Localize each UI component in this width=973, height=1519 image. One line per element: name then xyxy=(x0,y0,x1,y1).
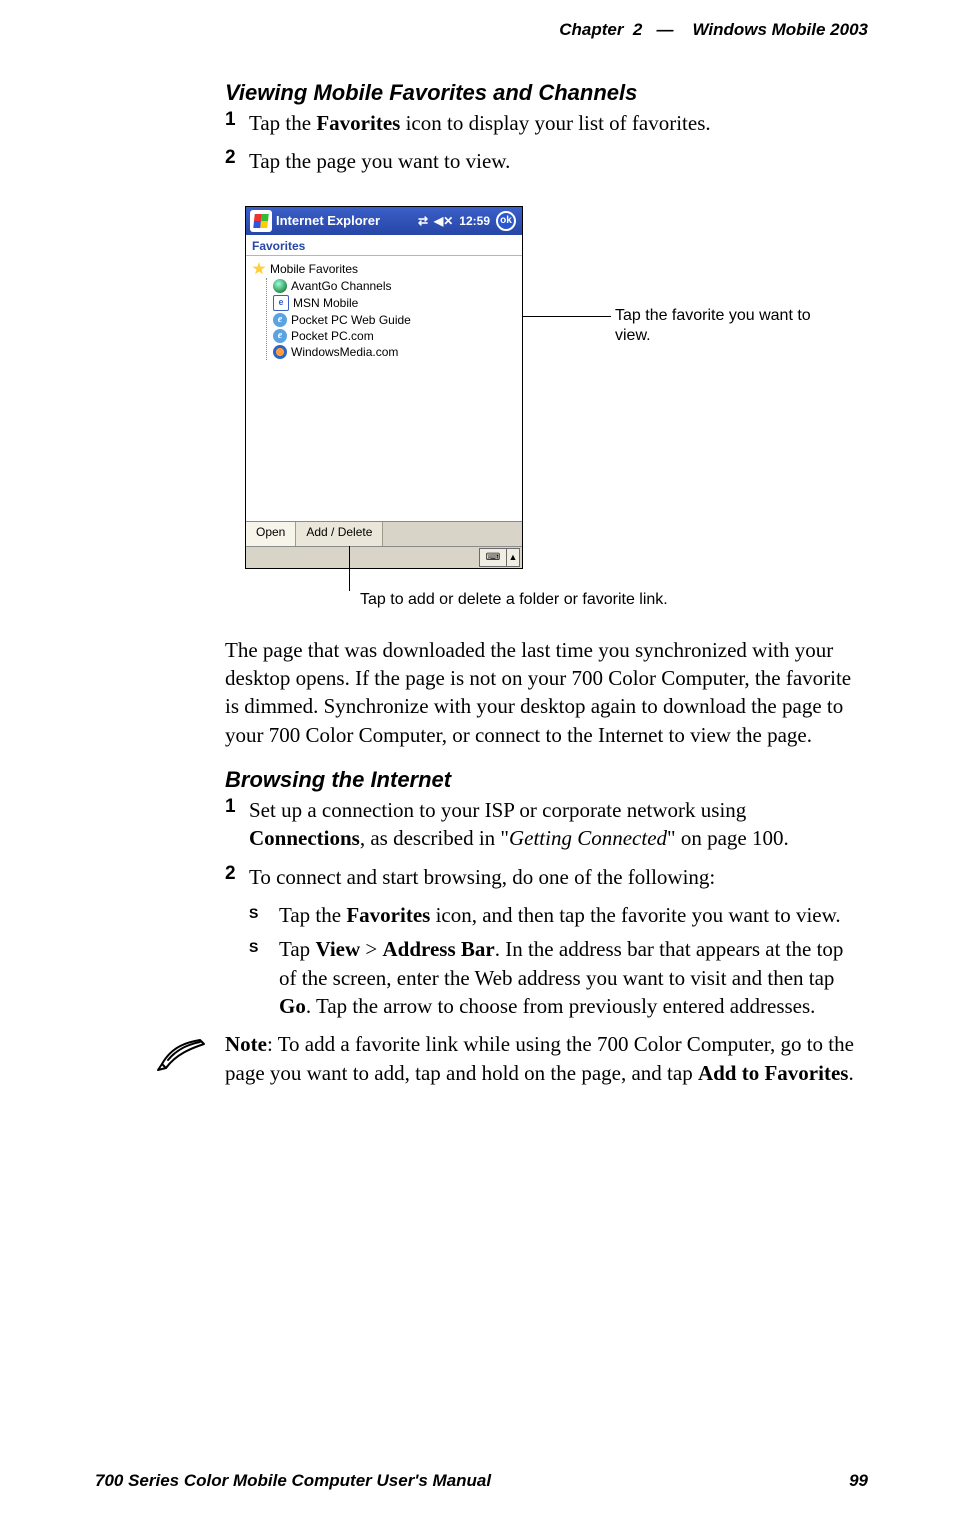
ie-icon xyxy=(273,313,287,327)
callout-add-delete: Tap to add or delete a folder or favorit… xyxy=(360,591,668,609)
note-block: Note: To add a favorite link while using… xyxy=(135,1030,865,1087)
favorite-item-windowsmedia[interactable]: WindowsMedia.com xyxy=(273,344,522,360)
ie-icon xyxy=(273,329,287,343)
pencil-note-icon xyxy=(154,1034,206,1074)
running-header: Chapter 2 — Windows Mobile 2003 xyxy=(559,20,868,40)
tree-children: AvantGo Channels e MSN Mobile Pocket PC … xyxy=(266,278,522,360)
page-icon: e xyxy=(273,295,289,311)
start-icon[interactable] xyxy=(250,210,272,232)
step-text: Tap the Favorites icon to display your l… xyxy=(249,109,865,137)
bullet-text: Tap the Favorites icon, and then tap the… xyxy=(279,901,865,929)
bullet-marker: S xyxy=(249,935,279,955)
note-icon xyxy=(135,1030,225,1079)
favorite-item-ppccom[interactable]: Pocket PC.com xyxy=(273,328,522,344)
figure-favorites-screenshot: Internet Explorer ⇄ ◀✕ 12:59 ok Favorite… xyxy=(245,206,865,586)
step-text: To connect and start browsing, do one of… xyxy=(249,863,865,891)
browsing-step-2: 2 To connect and start browsing, do one … xyxy=(225,863,865,891)
chapter-number: 2 xyxy=(633,20,642,39)
tab-open[interactable]: Open xyxy=(246,522,296,546)
pocket-pc-window: Internet Explorer ⇄ ◀✕ 12:59 ok Favorite… xyxy=(245,206,523,569)
bottom-bar: ⌨ ▲ xyxy=(246,546,522,568)
ok-button[interactable]: ok xyxy=(496,211,516,231)
main-column: Viewing Mobile Favorites and Channels 1 … xyxy=(225,80,865,1087)
titlebar-status: ⇄ ◀✕ 12:59 ok xyxy=(418,211,520,231)
favorite-item-webguide[interactable]: Pocket PC Web Guide xyxy=(273,312,522,328)
viewing-step-1: 1 Tap the Favorites icon to display your… xyxy=(225,109,865,137)
star-icon xyxy=(252,262,266,276)
windows-flag-icon xyxy=(253,214,268,228)
chapter-label: Chapter xyxy=(559,20,623,39)
window-title: Internet Explorer xyxy=(276,213,418,228)
step-number: 2 xyxy=(225,863,249,885)
titlebar: Internet Explorer ⇄ ◀✕ 12:59 ok xyxy=(246,207,522,235)
bullet-text: Tap View > Address Bar. In the address b… xyxy=(279,935,865,1020)
favorites-tree: Mobile Favorites AvantGo Channels e MSN … xyxy=(246,256,522,360)
page-footer: 700 Series Color Mobile Computer User's … xyxy=(0,1471,973,1491)
connectivity-icon[interactable]: ⇄ xyxy=(418,214,428,228)
footer-page-number: 99 xyxy=(849,1471,868,1491)
step-number: 1 xyxy=(225,109,249,131)
step-number: 1 xyxy=(225,796,249,818)
clock-text: 12:59 xyxy=(459,214,490,228)
step-text: Set up a connection to your ISP or corpo… xyxy=(249,796,865,853)
step-text: Tap the page you want to view. xyxy=(249,147,865,175)
viewing-followup-paragraph: The page that was downloaded the last ti… xyxy=(225,636,865,749)
tree-root-label: Mobile Favorites xyxy=(270,262,358,276)
sip-keyboard-button[interactable]: ⌨ xyxy=(479,548,507,567)
step-number: 2 xyxy=(225,147,249,169)
bullet-marker: S xyxy=(249,901,279,921)
callout-line xyxy=(523,316,611,317)
tree-root[interactable]: Mobile Favorites xyxy=(252,262,522,276)
footer-manual-title: 700 Series Color Mobile Computer User's … xyxy=(95,1471,491,1491)
media-icon xyxy=(273,345,287,359)
header-title: Windows Mobile 2003 xyxy=(692,20,868,39)
note-text: Note: To add a favorite link while using… xyxy=(225,1030,865,1087)
favorites-label: Favorites xyxy=(246,235,522,256)
header-dash: — xyxy=(657,20,674,39)
browsing-bullet-2: S Tap View > Address Bar. In the address… xyxy=(249,935,865,1020)
callout-line xyxy=(349,546,350,591)
viewing-step-2: 2 Tap the page you want to view. xyxy=(225,147,865,175)
heading-browsing-internet: Browsing the Internet xyxy=(225,767,865,793)
manual-page: Chapter 2 — Windows Mobile 2003 Viewing … xyxy=(0,0,973,1519)
browsing-bullet-1: S Tap the Favorites icon, and then tap t… xyxy=(249,901,865,929)
heading-viewing-favorites: Viewing Mobile Favorites and Channels xyxy=(225,80,865,106)
callout-favorite-tap: Tap the favorite you want to view. xyxy=(615,306,845,346)
tab-bar: Open Add / Delete xyxy=(246,521,522,546)
sip-arrow-button[interactable]: ▲ xyxy=(507,548,520,567)
speaker-icon[interactable]: ◀✕ xyxy=(434,214,453,228)
globe-icon xyxy=(273,279,287,293)
browsing-step-1: 1 Set up a connection to your ISP or cor… xyxy=(225,796,865,853)
tab-add-delete[interactable]: Add / Delete xyxy=(296,522,383,546)
favorite-item-avantgo[interactable]: AvantGo Channels xyxy=(273,278,522,294)
favorite-item-msn[interactable]: e MSN Mobile xyxy=(273,294,522,312)
